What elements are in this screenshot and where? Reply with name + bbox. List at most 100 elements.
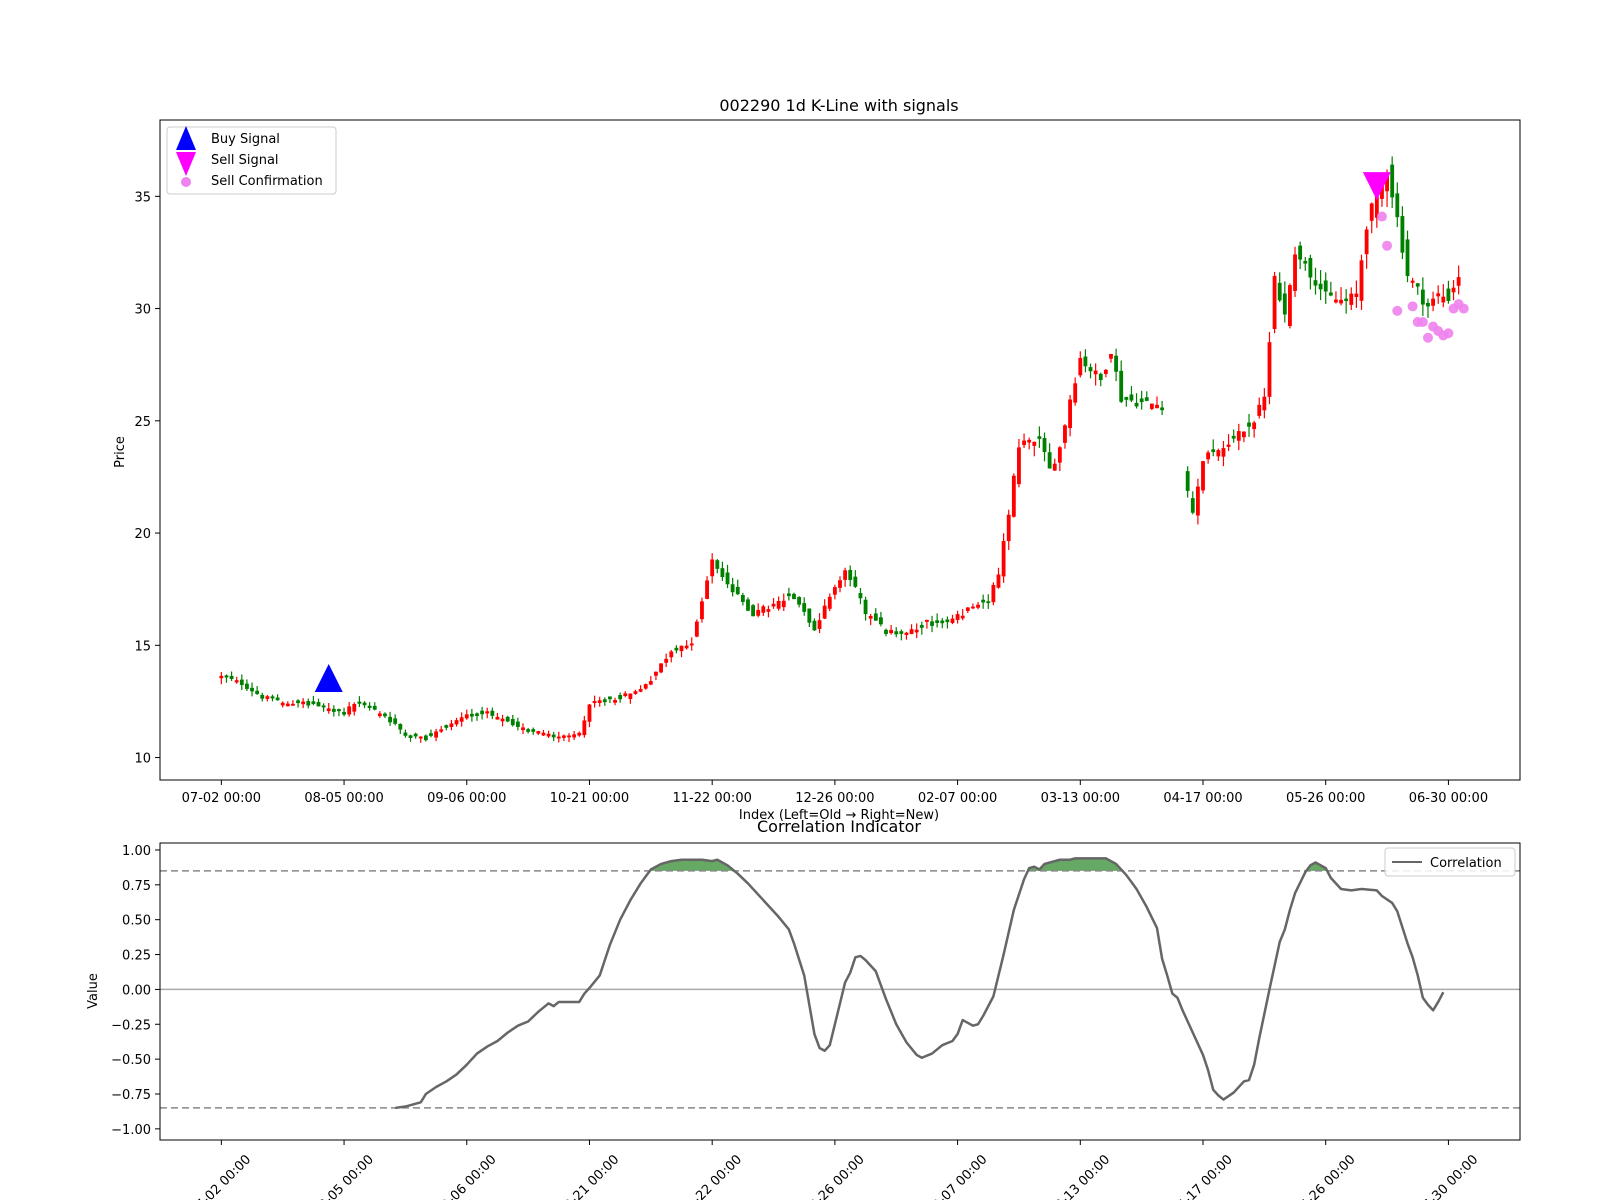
candle-body <box>868 615 873 619</box>
candle-body <box>439 729 444 732</box>
candle-body <box>930 621 934 626</box>
candle <box>1288 283 1292 329</box>
candle-body <box>659 663 663 673</box>
candle-body <box>1431 298 1435 306</box>
candle-body <box>475 713 479 717</box>
candle-body <box>863 599 868 615</box>
correlation-x-tick-label: 12-26 00:00 <box>801 1152 868 1200</box>
candle-body <box>556 736 561 739</box>
candle-body <box>362 702 367 706</box>
candle-body <box>260 694 265 699</box>
candle-body <box>306 701 311 706</box>
candle <box>1272 271 1277 334</box>
candle-body <box>1334 299 1338 303</box>
candle-body <box>1011 475 1016 517</box>
candle-body <box>608 696 612 700</box>
candle-body <box>700 601 704 620</box>
candle-body <box>275 697 280 701</box>
candle-body <box>1032 441 1037 446</box>
candle-body <box>838 580 842 588</box>
candle-body <box>1241 431 1246 438</box>
candle-body <box>991 584 996 603</box>
candle-body <box>561 735 566 738</box>
candle-body <box>1247 422 1251 427</box>
candle-body <box>413 733 418 737</box>
candle-body <box>1262 396 1267 411</box>
correlation-title: Correlation Indicator <box>757 817 921 836</box>
candle-body <box>889 629 894 634</box>
candle-body <box>955 614 960 620</box>
candle-body <box>1155 404 1159 409</box>
kline-y-axis-label: Price <box>113 436 128 468</box>
candle-body <box>1195 486 1200 516</box>
correlation-y-tick-label: 1.00 <box>122 844 151 859</box>
candle-body <box>1001 540 1006 577</box>
candle-body <box>1405 239 1410 277</box>
candle-body <box>239 679 244 686</box>
candle-body <box>495 716 500 720</box>
candle-body <box>1282 293 1287 315</box>
candle-body <box>229 675 234 679</box>
candle-body <box>1236 431 1241 441</box>
candle-body <box>654 671 658 676</box>
candle-body <box>1323 280 1328 292</box>
candle <box>694 619 699 638</box>
candle-body <box>1456 277 1461 286</box>
candle <box>991 582 996 606</box>
candle-body <box>843 570 848 580</box>
candle-body <box>1395 193 1400 218</box>
kline-y-tick-label: 20 <box>134 527 151 542</box>
candle-body <box>965 607 970 611</box>
candle-body <box>1017 447 1021 485</box>
candle-body <box>822 605 827 619</box>
candle-body <box>1277 282 1282 301</box>
correlation-y-tick-label: −1.00 <box>111 1123 151 1138</box>
candle-body <box>694 621 699 637</box>
candle-body <box>265 696 270 699</box>
candle-body <box>592 701 597 704</box>
candle-body <box>1420 289 1425 305</box>
candle-body <box>418 736 423 739</box>
candle-body <box>817 620 822 629</box>
candle-body <box>981 599 986 603</box>
correlation-x-tick-label: 08-05 00:00 <box>310 1152 377 1200</box>
sell-confirmation-marker <box>1392 305 1403 316</box>
candle-body <box>684 645 689 649</box>
candle-body <box>337 709 341 712</box>
candle-body <box>444 725 449 728</box>
candle-body <box>1298 245 1303 260</box>
candle-body <box>848 569 853 580</box>
candle-body <box>802 603 807 612</box>
candle-body <box>454 720 459 725</box>
candle-body <box>1354 293 1359 298</box>
candle-body <box>1446 288 1451 301</box>
candle-body <box>505 716 510 722</box>
candle-body <box>792 593 796 600</box>
kline-x-tick-label: 04-17 00:00 <box>1163 791 1242 806</box>
correlation-x-tick-label: 07-02 00:00 <box>187 1152 254 1200</box>
candle-body <box>1221 448 1226 457</box>
correlation-x-tick-label: 04-17 00:00 <box>1169 1152 1236 1200</box>
candle-body <box>679 645 684 652</box>
candle-body <box>255 690 260 694</box>
candle-body <box>1349 293 1354 305</box>
candle-body <box>1441 296 1446 303</box>
candle-body <box>689 643 694 646</box>
candle-body <box>1129 394 1134 401</box>
candle-body <box>567 735 571 738</box>
candle-body <box>1308 257 1313 278</box>
candle-body <box>996 574 1001 588</box>
candle-body <box>674 647 679 651</box>
candle-body <box>1216 450 1221 457</box>
candle-body <box>1257 404 1262 416</box>
correlation-y-tick-label: 0.50 <box>122 914 151 929</box>
candle-body <box>377 713 382 717</box>
candle-body <box>1359 260 1364 301</box>
candle-body <box>730 584 735 593</box>
candle-body <box>853 576 858 587</box>
candle <box>751 603 755 617</box>
sell-confirmation-marker <box>1407 301 1418 312</box>
candle-body <box>582 720 587 736</box>
candle-body <box>1098 373 1103 381</box>
candle-body <box>807 608 812 623</box>
